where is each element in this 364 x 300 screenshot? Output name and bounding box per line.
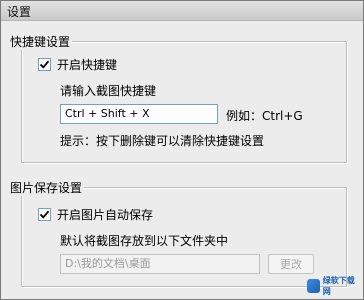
- change-folder-button[interactable]: 更改: [268, 254, 314, 274]
- shortcut-example: 例如：Ctrl+G: [226, 109, 303, 123]
- shortcut-input[interactable]: Ctrl + Shift + X: [60, 104, 218, 124]
- watermark-text: 绿软下载网: [322, 276, 355, 296]
- enable-shortcut-checkbox[interactable]: [38, 58, 51, 71]
- image-save-group-title: 图片保存设置: [8, 179, 85, 196]
- enable-autosave-checkbox[interactable]: [38, 208, 51, 221]
- logo-icon: [307, 279, 320, 293]
- shortcut-tip: 提示：按下删除键可以清除快捷键设置: [60, 134, 265, 148]
- save-path-input[interactable]: D:\我的文档\桌面: [60, 254, 260, 274]
- checkmark-icon: [39, 210, 50, 219]
- enable-autosave-row[interactable]: 开启图片自动保存: [38, 206, 153, 223]
- enable-shortcut-row[interactable]: 开启快捷键: [38, 56, 117, 73]
- checkmark-icon: [39, 60, 50, 69]
- title-bar[interactable]: 设置: [1, 1, 363, 21]
- enable-shortcut-label: 开启快捷键: [57, 58, 118, 72]
- enable-autosave-label: 开启图片自动保存: [57, 208, 154, 222]
- shortcut-group-title: 快捷键设置: [8, 33, 73, 50]
- settings-dialog: 设置 快捷键设置 开启快捷键 请输入截图快捷键 Ctrl + Shift + X…: [0, 0, 364, 300]
- save-folder-desc: 默认将截图存放到以下文件夹中: [60, 234, 229, 248]
- site-watermark: 绿软下载网: [307, 276, 359, 296]
- window-title: 设置: [7, 5, 32, 19]
- shortcut-prompt: 请输入截图快捷键: [60, 84, 157, 98]
- image-save-settings-group: 图片保存设置 开启图片自动保存 默认将截图存放到以下文件夹中 D:\我的文档\桌…: [8, 179, 347, 287]
- shortcut-settings-group: 快捷键设置 开启快捷键 请输入截图快捷键 Ctrl + Shift + X 例如…: [8, 33, 347, 163]
